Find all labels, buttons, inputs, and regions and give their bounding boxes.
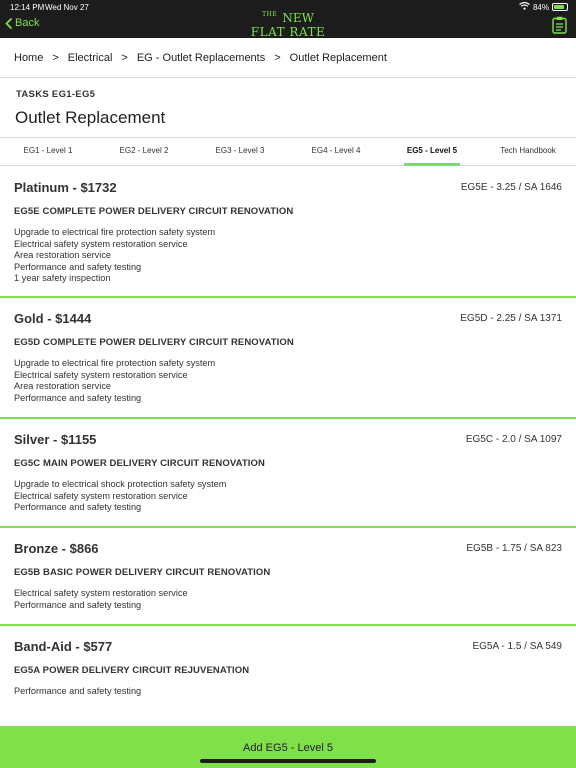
- feature-item: 1 year safety inspection: [14, 273, 111, 284]
- option-features: Upgrade to electrical fire protection sa…: [14, 358, 215, 404]
- breadcrumb-separator: >: [274, 51, 281, 64]
- option-features: Upgrade to electrical fire protection sa…: [14, 227, 215, 285]
- option-title: Gold - $1444: [14, 311, 92, 326]
- option-card[interactable]: Platinum - $1732 EG5E - 3.25 / SA 1646 EG5…: [0, 167, 576, 298]
- breadcrumb-item[interactable]: Electrical: [68, 52, 113, 64]
- feature-item: Area restoration service: [14, 250, 112, 261]
- option-code: EG5C - 2.0 / SA 1097: [465, 434, 562, 445]
- tab-tech-handbook[interactable]: Tech Handbook: [480, 138, 576, 165]
- tab-eg1-level-1[interactable]: EG1 - Level 1: [0, 138, 96, 165]
- option-subtitle: EG5C MAIN POWER DELIVERY CIRCUIT RENOVAT…: [14, 458, 265, 469]
- option-subtitle: EG5D COMPLETE POWER DELIVERY CIRCUIT REN…: [14, 337, 294, 348]
- breadcrumb-item[interactable]: EG - Outlet Replacements: [137, 52, 265, 64]
- option-features: Electrical safety system restoration ser…: [14, 588, 188, 611]
- option-card[interactable]: Band-Aid - $577 EG5A - 1.5 / SA 549 EG5A P…: [0, 626, 576, 728]
- feature-item: Performance and safety testing: [14, 392, 142, 403]
- breadcrumb-item[interactable]: Outlet Replacement: [290, 52, 387, 64]
- option-features: Upgrade to electrical shock protection s…: [14, 479, 226, 514]
- clipboard-icon[interactable]: [552, 16, 567, 39]
- option-code: EG5B - 1.75 / SA 823: [466, 543, 562, 554]
- option-title: Bronze - $866: [14, 541, 99, 556]
- option-code: EG5D - 2.25 / SA 1371: [460, 313, 562, 324]
- feature-item: Performance and safety testing: [14, 686, 142, 696]
- feature-item: Electrical safety system restoration ser…: [14, 588, 188, 598]
- feature-item: Electrical safety system restoration ser…: [14, 490, 188, 501]
- option-subtitle: EG5E COMPLETE POWER DELIVERY CIRCUIT REN…: [14, 206, 294, 217]
- app-logo: THE NEW FLAT RATE: [250, 11, 326, 39]
- feature-item: Area restoration service: [14, 381, 112, 392]
- option-card[interactable]: Bronze - $866 EG5B - 1.75 / SA 823 EG5B BA…: [0, 528, 576, 626]
- feature-item: Upgrade to electrical fire protection sa…: [14, 358, 216, 368]
- add-level-label: Add EG5 - Level 5: [243, 742, 333, 754]
- tab-eg2-level-2[interactable]: EG2 - Level 2: [96, 138, 192, 165]
- option-code: EG5A - 1.5 / SA 549: [472, 641, 562, 652]
- feature-item: Performance and safety testing: [14, 261, 142, 272]
- feature-item: Upgrade to electrical fire protection sa…: [14, 227, 216, 237]
- breadcrumb-separator: >: [52, 51, 59, 64]
- breadcrumb-item[interactable]: Home: [14, 52, 43, 64]
- feature-item: Performance and safety testing: [14, 599, 142, 610]
- tab-eg4-level-4[interactable]: EG4 - Level 4: [288, 138, 384, 165]
- option-title: Silver - $1155: [14, 432, 97, 447]
- option-title: Band-Aid - $577: [14, 639, 113, 654]
- option-features: Performance and safety testing: [14, 686, 141, 698]
- tab-eg3-level-3[interactable]: EG3 - Level 3: [192, 138, 288, 165]
- feature-item: Electrical safety system restoration ser…: [14, 369, 188, 380]
- page-title: Outlet Replacement: [15, 108, 166, 127]
- add-level-button[interactable]: Add EG5 - Level 5: [0, 728, 576, 768]
- feature-item: Upgrade to electrical shock protection s…: [14, 479, 227, 489]
- home-indicator: [200, 759, 376, 763]
- level-tabs: EG1 - Level 1 EG2 - Level 2 EG3 - Level 3E…: [0, 138, 576, 166]
- breadcrumb: Home > Electrical > EG - Outlet Replacements…: [0, 38, 576, 78]
- option-title: Platinum - $1732: [14, 180, 117, 195]
- tab-eg5-level-5[interactable]: EG5 - Level 5: [384, 138, 480, 166]
- breadcrumb-separator: >: [121, 51, 128, 64]
- option-subtitle: EG5A POWER DELIVERY CIRCUIT REJUVENATION: [14, 665, 250, 676]
- top-bar: 12:14 PM Wed Nov 27 84% Back THE NEW FLA…: [0, 0, 576, 38]
- feature-item: Performance and safety testing: [14, 502, 142, 513]
- option-subtitle: EG5B BASIC POWER DELIVERY CIRCUIT RENOVA…: [14, 567, 271, 578]
- feature-item: Electrical safety system restoration ser…: [14, 238, 188, 249]
- option-card[interactable]: Silver - $1155 EG5C - 2.0 / SA 1097 EG5C M…: [0, 419, 576, 528]
- option-card[interactable]: Gold - $1444 EG5D - 2.25 / SA 1371 EG5D CO…: [0, 298, 576, 419]
- tasks-label: TASKS EG1-EG5: [16, 89, 96, 100]
- option-code: EG5E - 3.25 / SA 1646: [460, 182, 562, 193]
